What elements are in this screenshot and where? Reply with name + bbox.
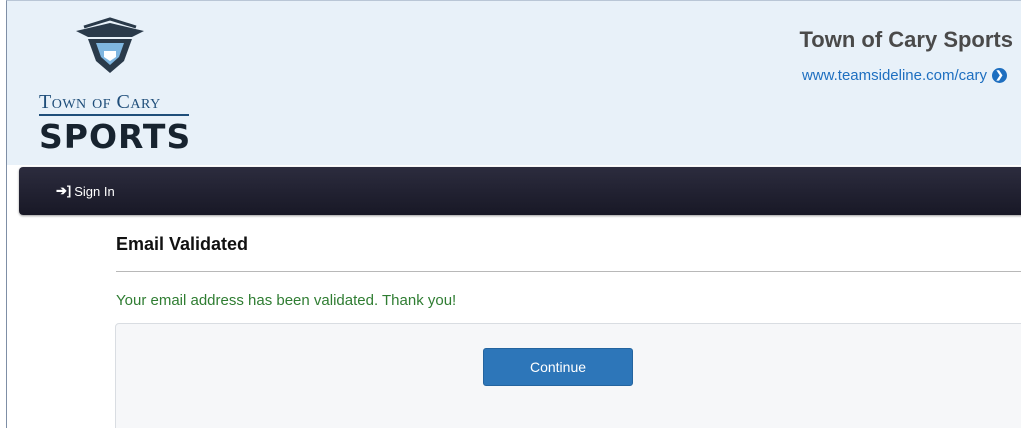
site-header: Town of Cary Sports Town of Cary Sports …: [7, 1, 1021, 165]
sign-in-icon: ➔]: [56, 183, 72, 198]
sign-in-label: Sign In: [74, 183, 115, 199]
logo-sports-text: Sports: [39, 117, 192, 156]
page-title: Email Validated: [116, 234, 249, 254]
logo-town-text: Town of Cary: [39, 91, 161, 113]
site-logo[interactable]: Town of Cary Sports: [35, 13, 195, 156]
site-link[interactable]: www.teamsideline.com/cary ❯: [802, 67, 1007, 84]
chevron-right-circle-icon[interactable]: ❯: [992, 68, 1007, 83]
continue-button[interactable]: Continue: [483, 348, 633, 386]
site-link-text[interactable]: www.teamsideline.com/cary: [802, 67, 987, 84]
top-navbar: ➔] Sign In: [19, 167, 1021, 215]
logo-divider: [39, 114, 189, 116]
sign-in-link[interactable]: ➔] Sign In: [56, 183, 115, 199]
success-message: Your email address has been validated. T…: [116, 292, 457, 309]
page-frame: Town of Cary Sports Town of Cary Sports …: [6, 0, 1021, 428]
site-title: Town of Cary Sports: [799, 27, 1014, 52]
title-divider: [116, 271, 1021, 272]
home-plate-shield-icon: [76, 17, 144, 73]
